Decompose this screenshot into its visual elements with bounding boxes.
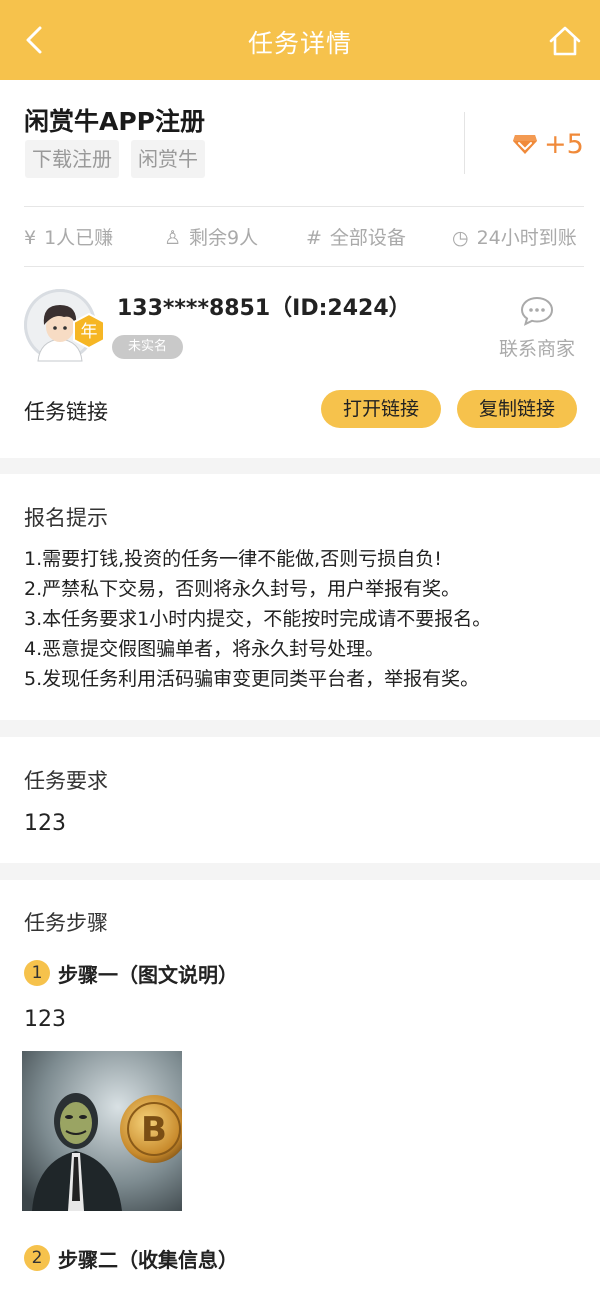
yen-icon: ¥	[24, 227, 37, 249]
step-image[interactable]: B	[22, 1051, 182, 1211]
step-description: 123	[24, 1007, 66, 1032]
stat-devices: # 全部设备	[306, 223, 406, 253]
step-title: 步骤一（图文说明）	[58, 962, 238, 987]
tip-item: 4.恶意提交假图骗单者，将永久封号处理。	[24, 638, 385, 660]
chat-icon	[520, 296, 554, 326]
task-summary-card: 闲赏牛APP注册 下载注册 闲赏牛 +5 ¥1人已赚 ♙ 剩余9人 # 全部设备 ◷…	[0, 80, 600, 458]
section-title: 任务要求	[24, 769, 108, 793]
tip-item: 5.发现任务利用活码骗审变更同类平台者，举报有奖。	[24, 668, 480, 690]
tips-list: 1.需要打钱,投资的任务一律不能做,否则亏损自负! 2.严禁私下交易，否则将永久…	[24, 544, 491, 694]
contact-merchant-button[interactable]: 联系商家	[494, 296, 580, 361]
open-link-button[interactable]: 打开链接	[321, 390, 441, 428]
reward: +5	[512, 128, 584, 160]
annual-badge-icon: 年	[73, 312, 105, 350]
stat-earned: ¥1人已赚	[24, 223, 113, 253]
contact-merchant-label: 联系商家	[498, 338, 575, 360]
step-header: 2 步骤二（收集信息）	[24, 1245, 238, 1272]
copy-link-button[interactable]: 复制链接	[457, 390, 577, 428]
stat-remaining: ♙ 剩余9人	[164, 223, 258, 253]
steps-card: 任务步骤 1 步骤一（图文说明） 123 B 2 步骤二（收集信息）	[0, 880, 600, 1292]
tip-item: 2.严禁私下交易，否则将永久封号，用户举报有奖。	[24, 578, 461, 600]
svg-text:B: B	[141, 1110, 167, 1150]
step-number-badge: 2	[24, 1245, 50, 1271]
merchant-id: 133****8851（ID:2424）	[117, 296, 411, 321]
page-title: 任务详情	[247, 29, 352, 58]
stat-payout-time: ◷ 24小时到账	[452, 223, 577, 253]
task-tag: 闲赏牛	[131, 140, 205, 178]
requirements-text: 123	[24, 811, 66, 836]
task-stats: ¥1人已赚 ♙ 剩余9人 # 全部设备 ◷ 24小时到账	[24, 223, 580, 253]
tip-item: 3.本任务要求1小时内提交，不能按时完成请不要报名。	[24, 608, 492, 630]
divider	[464, 112, 465, 174]
task-link-label: 任务链接	[24, 400, 108, 424]
svg-text:年: 年	[81, 322, 98, 342]
section-title: 报名提示	[24, 506, 108, 530]
signup-tips-card: 报名提示 1.需要打钱,投资的任务一律不能做,否则亏损自负! 2.严禁私下交易，…	[0, 474, 600, 720]
step-title: 步骤二（收集信息）	[58, 1247, 238, 1272]
section-title: 任务步骤	[24, 911, 108, 935]
user-icon: ♙	[164, 227, 182, 249]
realname-status-badge: 未实名	[112, 335, 184, 359]
step-number-badge: 1	[24, 960, 50, 986]
reward-amount: +5	[544, 128, 584, 160]
task-tag: 下载注册	[25, 140, 119, 178]
gem-icon	[513, 135, 537, 154]
home-icon[interactable]	[548, 24, 582, 58]
app-header: 任务详情	[0, 0, 600, 80]
divider	[24, 206, 584, 207]
hash-icon: #	[306, 227, 322, 249]
tip-item: 1.需要打钱,投资的任务一律不能做,否则亏损自负!	[24, 548, 442, 570]
divider	[24, 266, 584, 267]
task-title: 闲赏牛APP注册	[24, 107, 205, 136]
step-header: 1 步骤一（图文说明）	[24, 960, 238, 987]
clock-icon: ◷	[452, 227, 469, 249]
requirements-card: 任务要求 123	[0, 737, 600, 863]
